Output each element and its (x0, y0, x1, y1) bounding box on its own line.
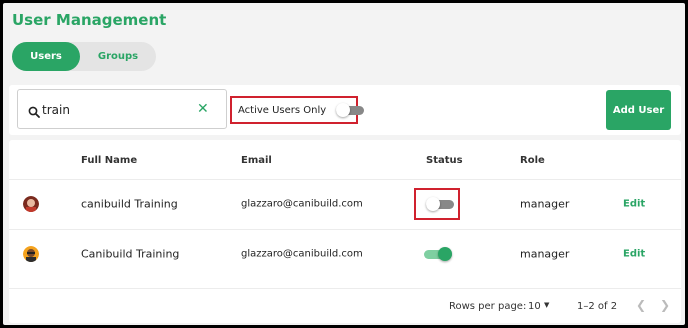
column-header-email[interactable]: Email (241, 155, 272, 166)
rows-per-page-select[interactable]: 10 (528, 301, 541, 312)
column-header-role[interactable]: Role (520, 155, 545, 166)
tab-groups[interactable]: Groups (80, 42, 156, 71)
avatar (23, 196, 39, 212)
edit-button[interactable]: Edit (623, 249, 645, 260)
search-input[interactable] (42, 99, 192, 121)
user-full-name: canibuild Training (81, 197, 178, 211)
toolbar: ✕ Active Users Only Add User (9, 85, 681, 135)
user-full-name: Canibuild Training (81, 247, 180, 261)
page-title: User Management (12, 11, 167, 29)
app-window: User Management Users Groups ✕ Active Us… (3, 3, 685, 325)
user-email: glazzaro@canibuild.com (241, 248, 363, 260)
active-users-filter: Active Users Only (230, 96, 365, 124)
rows-per-page-label: Rows per page: (449, 301, 527, 312)
table-row: Canibuild Training glazzaro@canibuild.co… (9, 229, 681, 278)
chevron-down-icon[interactable]: ▼ (544, 301, 549, 309)
search-icon (28, 103, 40, 122)
add-user-button[interactable]: Add User (606, 90, 671, 130)
edit-button[interactable]: Edit (623, 199, 645, 210)
chevron-left-icon[interactable]: ❮ (636, 298, 646, 312)
toggle-knob (438, 247, 452, 261)
table-row: canibuild Training glazzaro@canibuild.co… (9, 179, 681, 228)
chevron-right-icon[interactable]: ❯ (660, 298, 670, 312)
pagination-range: 1–2 of 2 (577, 301, 618, 312)
close-icon[interactable]: ✕ (197, 102, 209, 116)
status-toggle[interactable] (426, 197, 454, 211)
active-users-label: Active Users Only (238, 104, 327, 116)
avatar (23, 246, 39, 262)
pagination: Rows per page: 10 ▼ 1–2 of 2 ❮ ❯ (9, 288, 681, 323)
user-role: manager (520, 197, 570, 211)
active-users-toggle[interactable] (336, 103, 365, 117)
user-email: glazzaro@canibuild.com (241, 198, 363, 210)
tab-bar: Users Groups (12, 42, 156, 71)
users-table: Full Name Email Status Role canibuild Tr… (9, 140, 681, 323)
status-toggle[interactable] (424, 247, 452, 261)
tab-users[interactable]: Users (12, 42, 80, 71)
status-highlight (414, 188, 460, 220)
column-header-full-name[interactable]: Full Name (81, 155, 137, 166)
column-header-status[interactable]: Status (426, 155, 463, 166)
search-box: ✕ (17, 89, 227, 129)
toggle-knob (426, 197, 440, 211)
user-role: manager (520, 247, 570, 261)
